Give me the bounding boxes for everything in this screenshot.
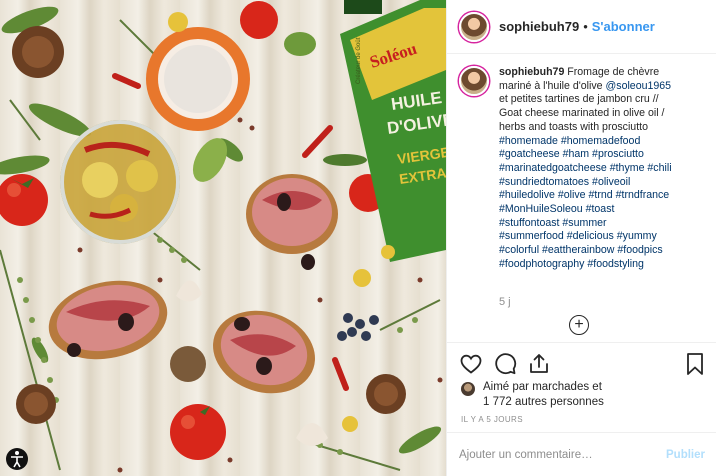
plus-icon: +	[574, 316, 584, 333]
caption-text-fragment: mariné à l'huile d'olive	[499, 79, 606, 92]
caption-line: #huiledolive #olive #trnd #trndfrance	[499, 189, 707, 203]
caption: sophiebuh79 Fromage de chèvre mariné à l'…	[459, 66, 709, 272]
share-icon[interactable]	[527, 352, 551, 376]
likes-line-2: 1 772 autres personnes	[483, 396, 604, 408]
caption-text-fragment: Fromage de chèvre	[564, 66, 660, 78]
caption-line: #colorful #eattherainbow #foodpics	[499, 244, 707, 258]
caption-hashtag-links[interactable]: #huiledolive #olive #trnd #trndfrance	[499, 189, 669, 201]
caption-hashtag-links[interactable]: #MonHuileSoleou #toast	[499, 203, 614, 215]
likes-line-1: Aimé par marchades et	[483, 381, 602, 393]
accessibility-badge[interactable]	[6, 448, 28, 470]
caption-hashtag-links[interactable]: #goatcheese #ham #prosciutto	[499, 148, 644, 160]
caption-line: #marinatedgoatcheese #thyme #chili	[499, 162, 707, 176]
bookmark-icon[interactable]	[685, 352, 705, 376]
bottle-tagline: Créateur de Goût	[356, 37, 362, 84]
caption-line: et petites tartines de jambon cru //	[499, 93, 707, 107]
header-separator: •	[583, 19, 588, 34]
caption-line: #MonHuileSoleou #toast	[499, 203, 707, 217]
comment-input[interactable]	[459, 448, 667, 461]
post-side-panel: sophiebuh79 • S'abonner sophiebuh79 From…	[446, 0, 716, 476]
caption-line: #summerfood #delicious #yummy	[499, 230, 707, 244]
caption-text-fragment: Goat cheese marinated in olive oil /	[499, 107, 665, 120]
liker-avatar[interactable]	[461, 382, 475, 396]
caption-hashtag-links[interactable]: #foodphotography #foodstyling	[499, 258, 644, 270]
food-flatlay-illustration: Soléou Créateur de Goût HUILE D'OLIVE VI…	[0, 0, 446, 473]
cheese-jar	[60, 120, 180, 244]
caption-hashtag-links[interactable]: #marinatedgoatcheese #thyme #chili	[499, 162, 672, 174]
olive-oil-bottle: Soléou Créateur de Goût HUILE D'OLIVE VI…	[340, 0, 446, 262]
post-header: sophiebuh79 • S'abonner	[447, 0, 716, 54]
caption-text: sophiebuh79 Fromage de chèvre mariné à l'…	[499, 66, 707, 272]
post-photo[interactable]: Soléou Créateur de Goût HUILE D'OLIVE VI…	[0, 0, 446, 476]
actions-divider	[447, 342, 716, 343]
caption-text-fragment: et petites tartines de jambon cru //	[499, 93, 659, 106]
follow-button[interactable]: S'abonner	[592, 19, 655, 34]
header-avatar[interactable]	[459, 11, 489, 42]
caption-hashtag-links[interactable]: #colorful #eattherainbow #foodpics	[499, 244, 663, 256]
caption-line: #homemade #homemadefood	[499, 135, 707, 149]
likes-summary: Aimé par marchades et 1 772 autres perso…	[461, 380, 604, 410]
load-more-comments-button[interactable]: +	[569, 315, 589, 335]
caption-hashtag-links[interactable]: #stuffontoast #summer	[499, 217, 607, 229]
caption-avatar[interactable]	[459, 66, 489, 96]
publish-button[interactable]: Publier	[666, 449, 705, 461]
caption-line: mariné à l'huile d'olive @soleou1965	[499, 80, 707, 94]
comment-icon[interactable]	[493, 352, 517, 376]
caption-line: #sundriedtomatoes #oliveoil	[499, 176, 707, 190]
caption-age: 5 j	[499, 296, 511, 308]
caption-mention-link[interactable]: @soleou1965	[606, 80, 672, 92]
caption-line: sophiebuh79 Fromage de chèvre	[499, 66, 707, 80]
caption-username[interactable]: sophiebuh79	[499, 66, 564, 78]
caption-line: #goatcheese #ham #prosciutto	[499, 148, 707, 162]
caption-line: #stuffontoast #summer	[499, 217, 707, 231]
caption-line: Goat cheese marinated in olive oil /	[499, 107, 707, 121]
heart-icon[interactable]	[459, 352, 483, 376]
juniper-berries	[337, 313, 379, 341]
caption-line: herbs and toasts with prosciutto	[499, 121, 707, 135]
caption-hashtag-links[interactable]: #summerfood #delicious #yummy	[499, 230, 657, 242]
likes-text[interactable]: Aimé par marchades et 1 772 autres perso…	[483, 380, 604, 410]
header-username[interactable]: sophiebuh79	[499, 19, 579, 34]
caption-text-fragment: herbs and toasts with prosciutto	[499, 120, 648, 133]
post-timestamp[interactable]: IL Y A 5 JOURS	[461, 415, 523, 424]
jar-lid	[146, 27, 250, 131]
caption-hashtag-links[interactable]: #homemade #homemadefood	[499, 135, 640, 147]
caption-line: #foodphotography #foodstyling	[499, 258, 707, 272]
action-bar	[459, 352, 705, 378]
caption-hashtag-links[interactable]: #sundriedtomatoes #oliveoil	[499, 176, 630, 188]
comment-composer: Publier	[447, 432, 716, 476]
